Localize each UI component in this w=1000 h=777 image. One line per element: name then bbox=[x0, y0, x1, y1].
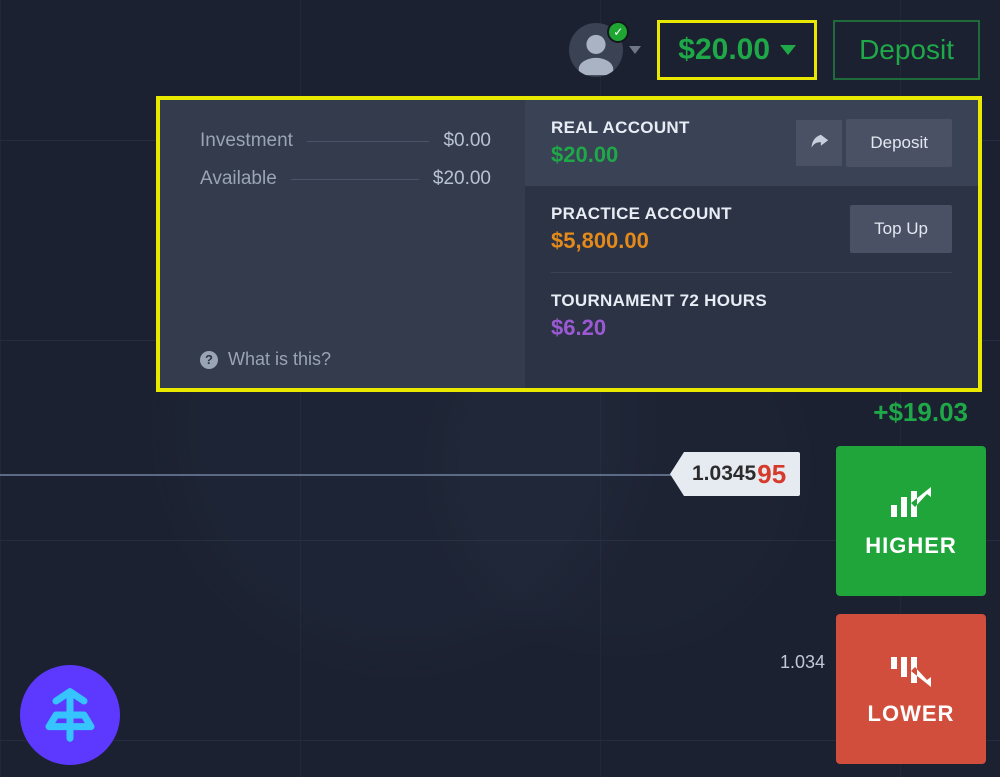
logo-icon bbox=[42, 687, 98, 743]
caret-down-icon bbox=[780, 45, 796, 55]
account-amount: $20.00 bbox=[551, 142, 690, 168]
account-dropdown-panel: Investment $0.00 Available $20.00 ? What… bbox=[156, 96, 982, 392]
account-list: REAL ACCOUNT $20.00 Deposit PRACTICE ACC… bbox=[525, 100, 978, 388]
lower-label: LOWER bbox=[868, 701, 955, 727]
price-marker: 1.034595 bbox=[670, 452, 800, 496]
balance-dropdown[interactable]: $20.00 bbox=[657, 20, 817, 80]
account-amount: $5,800.00 bbox=[551, 228, 732, 254]
deposit-button[interactable]: Deposit bbox=[833, 20, 980, 80]
share-button[interactable] bbox=[796, 120, 842, 166]
what-is-this-label: What is this? bbox=[228, 349, 331, 370]
account-name: PRACTICE ACCOUNT bbox=[551, 204, 732, 224]
available-label: Available bbox=[200, 168, 277, 190]
caret-down-icon bbox=[629, 46, 641, 54]
account-name: REAL ACCOUNT bbox=[551, 118, 690, 138]
axis-tick-value: 1.034 bbox=[780, 652, 825, 673]
investment-label: Investment bbox=[200, 130, 293, 152]
price-minor: 95 bbox=[757, 459, 786, 490]
investment-value: $0.00 bbox=[443, 130, 491, 152]
lower-button[interactable]: LOWER bbox=[836, 614, 986, 764]
account-summary: Investment $0.00 Available $20.00 ? What… bbox=[160, 100, 525, 388]
profile-menu[interactable]: ✓ bbox=[569, 23, 641, 77]
top-bar: ✓ $20.00 Deposit bbox=[569, 20, 980, 80]
account-practice[interactable]: PRACTICE ACCOUNT $5,800.00 Top Up bbox=[525, 186, 978, 272]
verified-badge-icon: ✓ bbox=[607, 21, 629, 43]
help-icon: ? bbox=[200, 351, 218, 369]
profit-loss-value: +$19.03 bbox=[873, 397, 968, 428]
account-amount: $6.20 bbox=[551, 315, 767, 341]
higher-button[interactable]: HIGHER bbox=[836, 446, 986, 596]
price-major: 1.0345 bbox=[692, 462, 756, 486]
account-topup-button[interactable]: Top Up bbox=[850, 205, 952, 253]
trend-down-icon bbox=[887, 651, 935, 691]
available-row: Available $20.00 bbox=[200, 168, 491, 190]
account-deposit-button[interactable]: Deposit bbox=[846, 119, 952, 167]
investment-row: Investment $0.00 bbox=[200, 130, 491, 152]
trend-up-icon bbox=[887, 483, 935, 523]
price-line bbox=[0, 474, 720, 476]
balance-value: $20.00 bbox=[678, 33, 770, 67]
higher-label: HIGHER bbox=[865, 533, 957, 559]
what-is-this-link[interactable]: ? What is this? bbox=[200, 349, 491, 370]
account-tournament[interactable]: TOURNAMENT 72 HOURS $6.20 bbox=[525, 273, 978, 359]
available-value: $20.00 bbox=[433, 168, 491, 190]
account-name: TOURNAMENT 72 HOURS bbox=[551, 291, 767, 311]
brand-logo bbox=[20, 665, 120, 765]
account-real[interactable]: REAL ACCOUNT $20.00 Deposit bbox=[525, 100, 978, 186]
share-icon bbox=[808, 132, 830, 154]
